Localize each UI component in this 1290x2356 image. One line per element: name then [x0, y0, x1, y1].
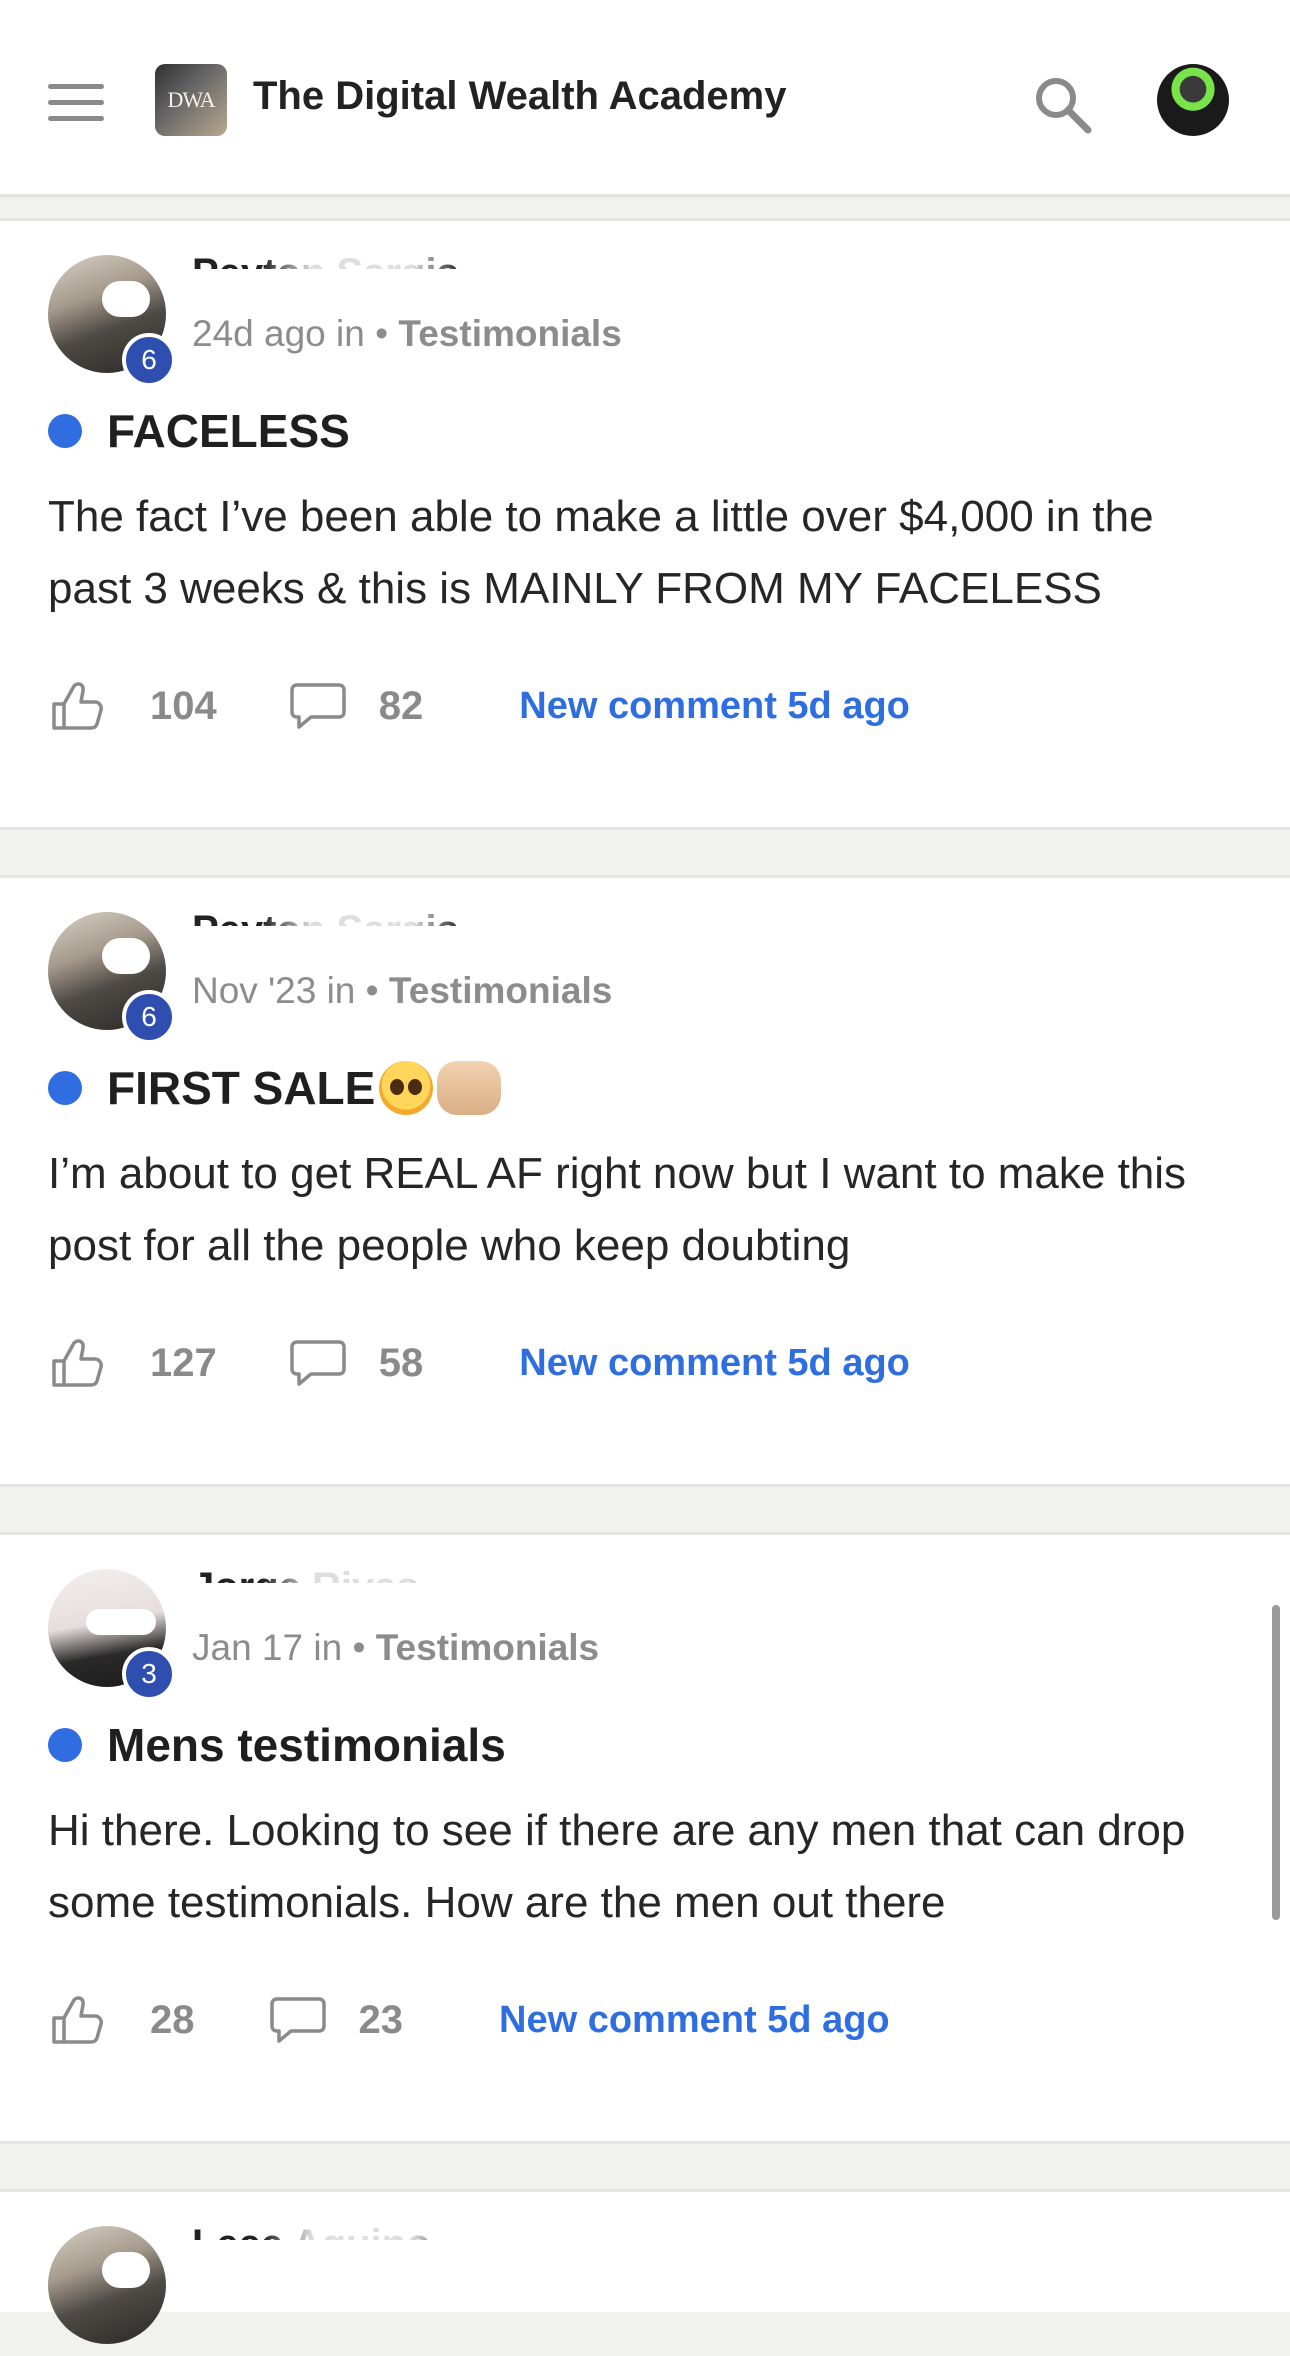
- new-comment-link[interactable]: New comment 5d ago: [519, 1342, 910, 1385]
- thumbs-up-icon[interactable]: [48, 1992, 104, 2048]
- category-link[interactable]: Testimonials: [389, 970, 612, 1011]
- unread-dot-icon: [48, 1071, 82, 1105]
- post-preview[interactable]: Hi there. Looking to see if there are an…: [48, 1795, 1248, 1939]
- unread-dot-icon: [48, 1728, 82, 1762]
- post-card[interactable]: Leee Aguino: [0, 2189, 1290, 2344]
- thumbs-up-icon[interactable]: [48, 678, 104, 734]
- comment-icon[interactable]: [289, 1338, 347, 1388]
- like-count: 104: [150, 683, 217, 728]
- meta-separator: •: [375, 313, 389, 354]
- author-avatar[interactable]: 6: [48, 255, 178, 387]
- hamburger-menu-icon[interactable]: [48, 80, 106, 124]
- post-card[interactable]: 6 Peyton Sargis Nov '23 in • Testimonial…: [0, 875, 1290, 1487]
- post-title[interactable]: FACELESS: [48, 399, 350, 463]
- comment-count: 82: [378, 683, 424, 728]
- meta-separator: •: [365, 970, 379, 1011]
- level-badge: 3: [122, 1647, 176, 1701]
- comment-count: 58: [378, 1340, 424, 1385]
- level-badge: 6: [122, 990, 176, 1044]
- post-meta: Jan 17 in • Testimonials: [192, 1627, 599, 1669]
- post-title-text: Mens testimonials: [107, 1719, 506, 1771]
- category-link[interactable]: Testimonials: [398, 313, 621, 354]
- author-name[interactable]: Jorge Rivas: [192, 1557, 419, 1583]
- post-preview[interactable]: The fact I’ve been able to make a little…: [48, 481, 1248, 625]
- app-header: DWA The Digital Wealth Academy: [0, 0, 1290, 197]
- post-card[interactable]: 6 Peyton Sargis 24d ago in • Testimonial…: [0, 218, 1290, 830]
- post-preview[interactable]: I’m about to get REAL AF right now but I…: [48, 1138, 1248, 1282]
- post-actions: 127 58 New comment 5d ago: [48, 1328, 910, 1398]
- post-title-text: FIRST SALE: [107, 1062, 376, 1114]
- post-actions: 104 82 New comment 5d ago: [48, 671, 910, 741]
- group-logo[interactable]: DWA: [155, 64, 227, 136]
- search-icon[interactable]: [1030, 72, 1094, 136]
- new-comment-link[interactable]: New comment 5d ago: [499, 1999, 890, 2042]
- user-avatar[interactable]: [1157, 64, 1229, 136]
- like-count: 28: [150, 1997, 195, 2042]
- author-name[interactable]: Leee Aguino: [192, 2214, 431, 2240]
- pleading-face-emoji: [379, 1061, 434, 1115]
- new-comment-link[interactable]: New comment 5d ago: [519, 685, 910, 728]
- thumbs-up-icon[interactable]: [48, 1335, 104, 1391]
- scrollbar[interactable]: [1272, 1605, 1280, 1920]
- comment-icon[interactable]: [289, 681, 347, 731]
- post-title-text: FACELESS: [107, 405, 350, 457]
- post-time: Nov '23 in: [192, 970, 356, 1011]
- comment-count: 23: [358, 1997, 404, 2042]
- author-name[interactable]: Peyton Sargis: [192, 243, 459, 269]
- post-actions: 28 23 New comment 5d ago: [48, 1985, 890, 2055]
- comment-icon[interactable]: [269, 1995, 327, 2045]
- post-meta: 24d ago in • Testimonials: [192, 313, 622, 355]
- like-count: 127: [150, 1340, 217, 1385]
- meta-separator: •: [352, 1627, 366, 1668]
- author-avatar[interactable]: 6: [48, 912, 178, 1044]
- author-avatar[interactable]: 3: [48, 1569, 178, 1701]
- author-name[interactable]: Peyton Sargis: [192, 900, 459, 926]
- group-title[interactable]: The Digital Wealth Academy: [253, 74, 786, 119]
- post-meta: Nov '23 in • Testimonials: [192, 970, 612, 1012]
- raising-hands-emoji: [437, 1061, 502, 1115]
- author-avatar[interactable]: [48, 2226, 178, 2356]
- post-time: 24d ago in: [192, 313, 365, 354]
- category-link[interactable]: Testimonials: [376, 1627, 599, 1668]
- level-badge: 6: [122, 333, 176, 387]
- post-time: Jan 17 in: [192, 1627, 343, 1668]
- post-title[interactable]: FIRST SALE: [48, 1056, 502, 1120]
- unread-dot-icon: [48, 414, 82, 448]
- post-card[interactable]: 3 Jorge Rivas Jan 17 in • Testimonials M…: [0, 1532, 1290, 2144]
- avatar-image: [48, 2226, 166, 2344]
- post-title[interactable]: Mens testimonials: [48, 1713, 506, 1777]
